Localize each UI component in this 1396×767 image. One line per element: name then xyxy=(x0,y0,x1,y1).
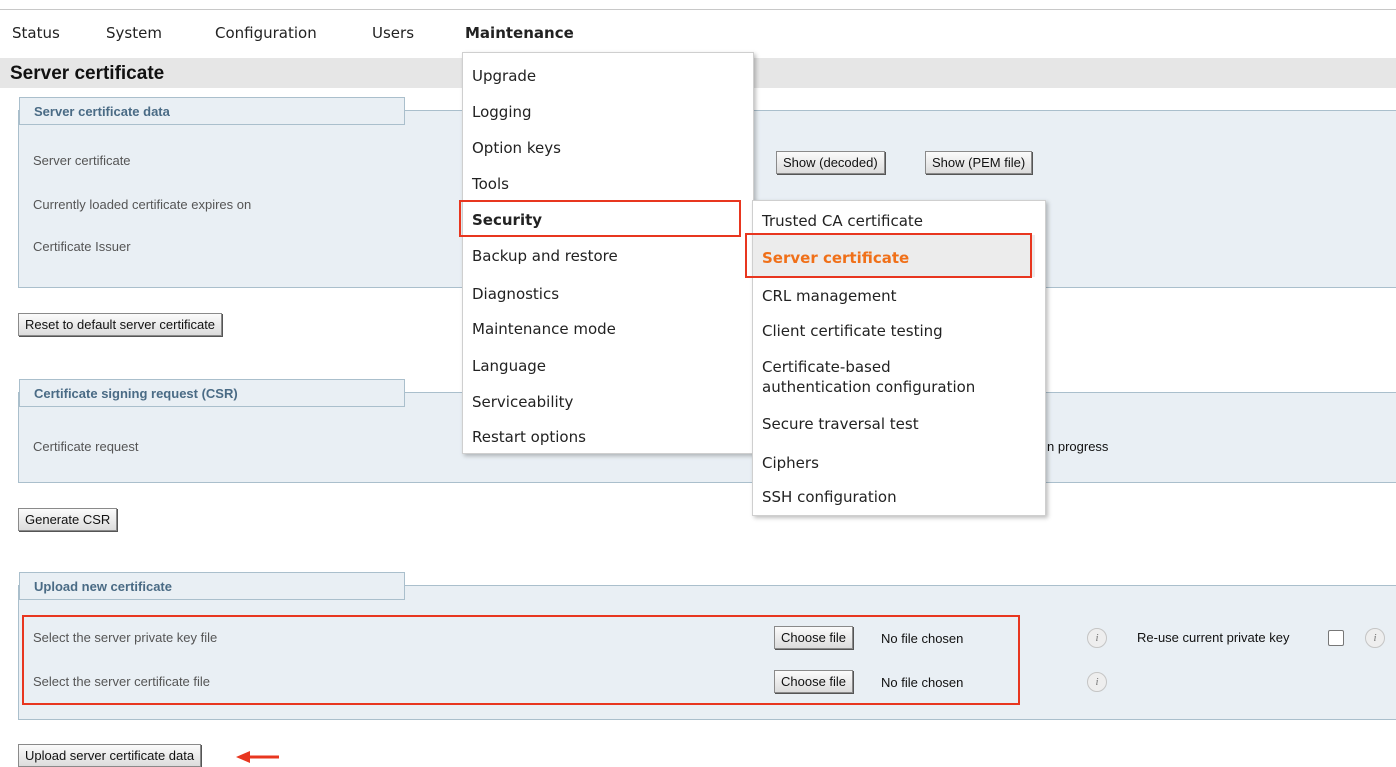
submenu-item-crl-management[interactable]: CRL management xyxy=(762,287,897,305)
nav-maintenance[interactable]: Maintenance xyxy=(465,24,574,42)
nav-users[interactable]: Users xyxy=(372,24,414,42)
menu-item-serviceability[interactable]: Serviceability xyxy=(472,393,573,411)
menu-item-restart-options[interactable]: Restart options xyxy=(472,428,586,446)
menu-item-backup-restore[interactable]: Backup and restore xyxy=(472,247,618,265)
generate-csr-button[interactable]: Generate CSR xyxy=(18,508,118,531)
reuse-private-key-label: Re-use current private key xyxy=(1137,630,1290,645)
submenu-item-cert-auth-line2[interactable]: authentication configuration xyxy=(762,378,975,396)
info-icon[interactable]: i xyxy=(1087,672,1107,692)
csr-status-text: n progress xyxy=(1047,439,1109,454)
menu-item-language[interactable]: Language xyxy=(472,357,546,375)
file-upload-highlight xyxy=(22,615,1020,705)
submenu-item-ssh-configuration[interactable]: SSH configuration xyxy=(762,488,897,506)
show-decoded-button[interactable]: Show (decoded) xyxy=(776,151,885,174)
nav-system[interactable]: System xyxy=(106,24,162,42)
section-legend: Certificate signing request (CSR) xyxy=(19,379,405,407)
menu-item-option-keys[interactable]: Option keys xyxy=(472,139,561,157)
server-certificate-highlight xyxy=(745,233,1032,278)
info-icon[interactable]: i xyxy=(1365,628,1385,648)
info-icon[interactable]: i xyxy=(1087,628,1107,648)
arrow-left-icon xyxy=(236,751,279,763)
expiry-label: Currently loaded certificate expires on xyxy=(33,197,252,212)
submenu-item-client-certificate-testing[interactable]: Client certificate testing xyxy=(762,322,943,340)
menu-item-logging[interactable]: Logging xyxy=(472,103,532,121)
menu-item-tools[interactable]: Tools xyxy=(472,175,509,193)
menu-item-maintenance-mode[interactable]: Maintenance mode xyxy=(472,320,616,338)
submenu-item-trusted-ca[interactable]: Trusted CA certificate xyxy=(762,212,923,230)
top-divider xyxy=(0,9,1396,10)
submenu-item-secure-traversal[interactable]: Secure traversal test xyxy=(762,415,919,433)
upload-certificate-data-button[interactable]: Upload server certificate data xyxy=(18,744,202,767)
main-nav: Status System Configuration Users Mainte… xyxy=(0,20,1396,48)
maintenance-menu: Upgrade Logging Option keys Tools Securi… xyxy=(462,52,754,454)
menu-item-diagnostics[interactable]: Diagnostics xyxy=(472,285,559,303)
nav-status[interactable]: Status xyxy=(12,24,60,42)
show-pem-button[interactable]: Show (PEM file) xyxy=(925,151,1033,174)
submenu-item-cert-auth-line1[interactable]: Certificate-based xyxy=(762,358,891,376)
server-certificate-label: Server certificate xyxy=(33,153,131,168)
section-legend: Upload new certificate xyxy=(19,572,405,600)
menu-item-upgrade[interactable]: Upgrade xyxy=(472,67,536,85)
issuer-label: Certificate Issuer xyxy=(33,239,131,254)
reset-default-certificate-button[interactable]: Reset to default server certificate xyxy=(18,313,223,336)
submenu-item-ciphers[interactable]: Ciphers xyxy=(762,454,819,472)
nav-configuration[interactable]: Configuration xyxy=(215,24,317,42)
page-title: Server certificate xyxy=(10,63,165,84)
security-highlight xyxy=(459,200,741,237)
section-legend: Server certificate data xyxy=(19,97,405,125)
certificate-request-label: Certificate request xyxy=(33,439,139,454)
reuse-private-key-checkbox[interactable] xyxy=(1328,630,1344,646)
